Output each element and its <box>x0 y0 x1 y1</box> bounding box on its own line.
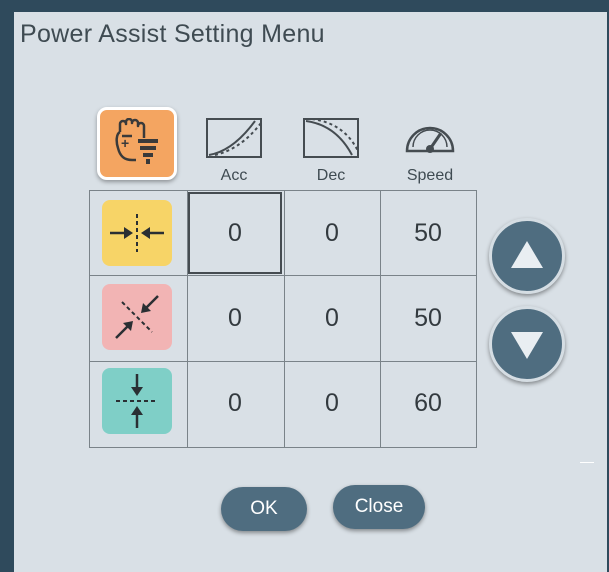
ok-button[interactable]: OK <box>221 487 307 531</box>
table-row-divider <box>90 275 476 276</box>
row-3-speed-cell[interactable]: 60 <box>381 362 475 444</box>
svg-text:+: + <box>121 135 129 151</box>
row-3-dec-cell[interactable]: 0 <box>285 362 379 444</box>
row-1-dec-cell[interactable]: 0 <box>285 192 379 274</box>
speedometer-icon <box>405 126 455 153</box>
settings-table: 0 0 50 0 0 50 0 0 60 <box>89 190 477 448</box>
column-header-dec: Dec <box>316 167 346 184</box>
up-arrow-icon <box>511 241 543 268</box>
down-arrow-icon <box>511 332 543 359</box>
hand-power-assist-icon: + <box>115 118 158 164</box>
row-2-dec-cell[interactable]: 0 <box>285 277 379 359</box>
horizontal-inward-arrows-icon <box>110 214 164 252</box>
row-1-mode-icon-button[interactable] <box>102 200 172 266</box>
increase-button[interactable] <box>489 218 565 294</box>
column-header-speed: Speed <box>406 167 454 184</box>
row-1-speed-cell[interactable]: 50 <box>381 192 475 274</box>
decorative-tick <box>580 462 594 463</box>
diagonal-inward-arrows-icon <box>115 295 159 339</box>
decrease-button[interactable] <box>489 306 565 382</box>
vertical-inward-arrows-icon <box>116 374 158 428</box>
deceleration-curve-icon <box>303 118 359 158</box>
power-assist-mode-button[interactable]: + <box>97 107 177 180</box>
column-header-acc: Acc <box>220 167 248 184</box>
row-3-acc-cell[interactable]: 0 <box>188 362 282 444</box>
row-2-mode-icon-button[interactable] <box>102 284 172 350</box>
window-frame-left <box>0 0 14 572</box>
dialog-title: Power Assist Setting Menu <box>20 20 325 48</box>
acceleration-curve-icon <box>206 118 262 158</box>
row-1-acc-cell[interactable]: 0 <box>188 192 282 274</box>
row-2-speed-cell[interactable]: 50 <box>381 277 475 359</box>
close-button[interactable]: Close <box>333 485 425 529</box>
row-3-mode-icon-button[interactable] <box>102 368 172 434</box>
row-2-acc-cell[interactable]: 0 <box>188 277 282 359</box>
window-frame-top <box>0 0 609 12</box>
